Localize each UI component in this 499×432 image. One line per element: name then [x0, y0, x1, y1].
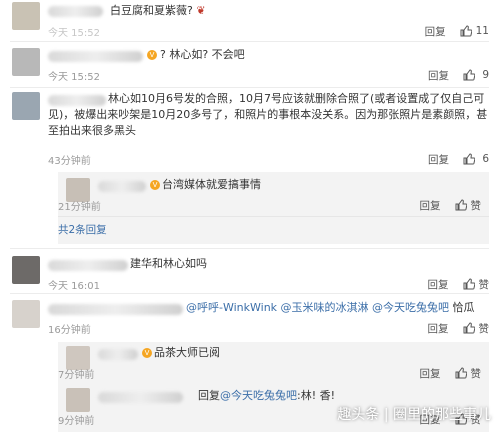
reply-time: 7分钟前 [58, 370, 95, 381]
username-blurred[interactable] [98, 181, 146, 192]
emoji-icon: ❦ [196, 4, 206, 17]
like-count: 9 [482, 69, 489, 81]
username-blurred[interactable] [48, 6, 103, 17]
like-label: 赞 [470, 199, 482, 212]
reply-time: 21分钟前 [58, 202, 101, 213]
reply-button[interactable]: 回复 [425, 24, 446, 39]
username-blurred[interactable] [48, 304, 183, 315]
comment-time: 今天 15:52 [48, 28, 100, 39]
avatar[interactable] [12, 2, 40, 30]
reply-button[interactable]: 回复 [428, 68, 449, 83]
divider [58, 216, 489, 217]
mention-link[interactable]: @今天吃兔兔吧 [372, 301, 449, 314]
comment-1: 白豆腐和夏紫薇? ❦ 今天 15:52 回复 11 [0, 0, 499, 44]
like-label: 赞 [470, 367, 482, 380]
mention-link[interactable]: @今天吃兔兔吧 [220, 389, 297, 402]
divider [10, 248, 489, 249]
reply-text: 台湾媒体就爱搞事情 [162, 178, 261, 191]
comment-text: ? 林心如? 不会吧 [160, 48, 245, 61]
username-blurred[interactable] [98, 349, 138, 360]
comment-time: 43分钟前 [48, 156, 91, 167]
avatar[interactable] [12, 300, 40, 328]
thumbs-up-icon[interactable] [455, 199, 467, 211]
reply-button[interactable]: 回复 [428, 321, 449, 336]
reply-actions: 回复 赞 [420, 198, 482, 213]
mention-link[interactable]: @玉米味的冰淇淋 [281, 301, 369, 314]
comment-actions: 回复 9 [428, 68, 489, 82]
comment-3: 林心如10月6号发的合照，10月7号应该就删除合照了(或者设置成了仅自己可见)，… [0, 88, 499, 174]
like-count: 6 [482, 153, 489, 165]
thumbs-up-icon[interactable] [460, 25, 472, 37]
thumbs-up-icon[interactable] [463, 153, 475, 165]
avatar[interactable] [12, 256, 40, 284]
comment-actions: 回复 11 [425, 24, 489, 38]
username-blurred[interactable] [48, 260, 128, 271]
comment-actions: 回复 6 [428, 152, 489, 166]
reply-text: 回复@今天吃兔兔吧:林! 香! [198, 389, 336, 402]
comment-time: 今天 16:01 [48, 281, 100, 292]
reply-button[interactable]: 回复 [428, 277, 449, 292]
comment-actions: 回复 赞 [428, 321, 490, 336]
comment-text: 白豆腐和夏紫薇? ❦ [110, 4, 206, 17]
thumbs-up-icon[interactable] [463, 278, 475, 290]
mention-link[interactable]: @呼呼-WinkWink [186, 301, 277, 314]
username-blurred[interactable] [48, 51, 143, 62]
comment-time: 16分钟前 [48, 325, 91, 336]
watermark: 趣头条 | 圈里的那些事儿 [337, 407, 491, 423]
username-blurred[interactable] [98, 392, 183, 403]
comment-5: @呼呼-WinkWink @玉米味的冰淇淋 @今天吃兔兔吧 恰瓜 16分钟前 回… [0, 294, 499, 340]
verified-badge-icon: V [150, 180, 160, 190]
reply-button[interactable]: 回复 [420, 198, 441, 213]
thumbs-up-icon[interactable] [455, 367, 467, 379]
verified-badge-icon: V [142, 348, 152, 358]
comment-time: 今天 15:52 [48, 72, 100, 83]
reply-actions: 回复 赞 [420, 366, 482, 381]
avatar[interactable] [66, 388, 90, 412]
reply-time: 9分钟前 [58, 416, 95, 427]
view-all-replies-link[interactable]: 共2条回复 [58, 222, 107, 238]
reply-button[interactable]: 回复 [428, 152, 449, 167]
thumbs-up-icon[interactable] [463, 69, 475, 81]
comment-text: @呼呼-WinkWink @玉米味的冰淇淋 @今天吃兔兔吧 恰瓜 [186, 301, 475, 314]
reply-button[interactable]: 回复 [420, 366, 441, 381]
comment-2: V ? 林心如? 不会吧 今天 15:52 回复 9 [0, 42, 499, 90]
reply-text: 品茶大师已阅 [154, 346, 220, 359]
sub-reply-block: V 台湾媒体就爱搞事情 21分钟前 回复 赞 共2条回复 [58, 172, 489, 244]
like-label: 赞 [478, 278, 490, 291]
avatar[interactable] [12, 48, 40, 76]
verified-badge-icon: V [147, 50, 157, 60]
avatar[interactable] [12, 92, 40, 120]
thumbs-up-icon[interactable] [463, 322, 475, 334]
like-label: 赞 [478, 322, 490, 335]
comment-text: 林心如10月6号发的合照，10月7号应该就删除合照了(或者设置成了仅自己可见)，… [48, 92, 488, 137]
comment-text: 建华和林心如吗 [130, 257, 207, 270]
like-count: 11 [475, 25, 489, 37]
comment-actions: 回复 赞 [428, 277, 490, 292]
comment-4: 建华和林心如吗 今天 16:01 回复 赞 [0, 250, 499, 292]
